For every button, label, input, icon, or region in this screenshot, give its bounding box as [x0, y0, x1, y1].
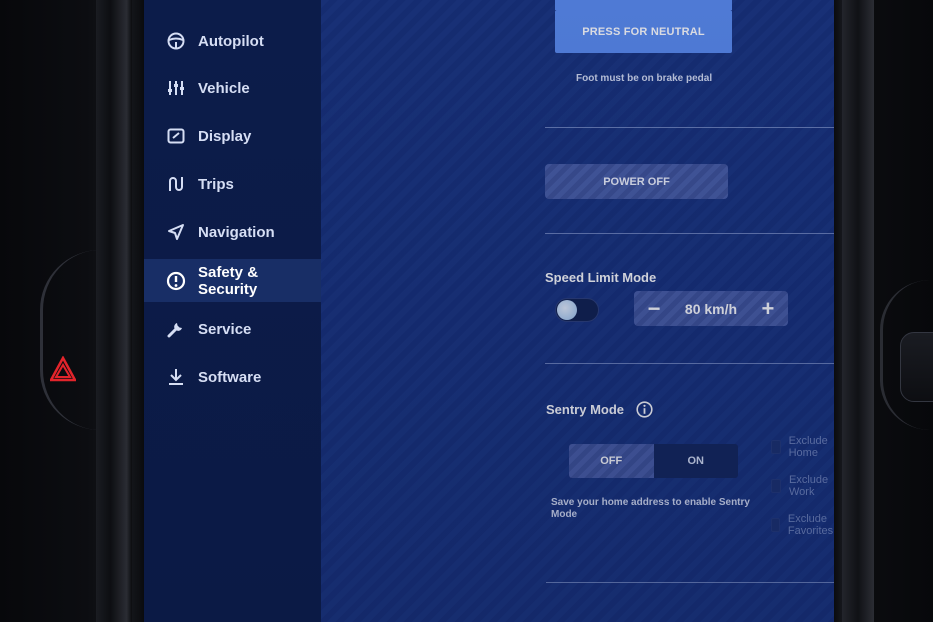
divider	[545, 363, 834, 364]
sidebar-item-service[interactable]: Service	[144, 314, 321, 344]
neutral-button-top	[555, 0, 732, 10]
speed-limit-toggle[interactable]	[555, 298, 599, 322]
speed-limit-title: Speed Limit Mode	[545, 270, 657, 285]
exclude-favorites-checkbox[interactable]	[771, 518, 780, 532]
press-for-neutral-button[interactable]: PRESS FOR NEUTRAL	[555, 10, 732, 53]
decrease-speed-button[interactable]: −	[644, 297, 664, 319]
exclude-home-option[interactable]: Exclude Home	[771, 435, 834, 459]
sidebar-item-label: Safety & Security	[198, 263, 259, 298]
navigation-arrow-icon	[166, 222, 186, 242]
neutral-note: Foot must be on brake pedal	[576, 73, 713, 84]
toggle-knob	[557, 300, 577, 320]
exclude-favorites-option[interactable]: Exclude Favorites	[771, 513, 834, 537]
info-icon[interactable]	[636, 401, 653, 418]
left-screen-frame	[96, 0, 132, 622]
sidebar-item-label: Software	[198, 368, 262, 386]
exclude-home-label: Exclude Home	[788, 435, 828, 459]
sentry-mode-title: Sentry Mode	[546, 402, 625, 417]
touchscreen: Autopilot Vehicle Display Trips Navigati	[144, 0, 834, 622]
divider	[546, 582, 834, 583]
sentry-mode-selector: OFF ON	[569, 444, 738, 478]
download-icon	[166, 367, 186, 387]
sentry-off-option[interactable]: OFF	[569, 444, 654, 478]
sliders-icon	[166, 78, 186, 98]
sidebar-item-label: Vehicle	[198, 79, 250, 97]
sentry-note: Save your home address to enable Sentry …	[551, 497, 750, 520]
divider	[545, 127, 834, 128]
power-off-button[interactable]: POWER OFF	[545, 164, 728, 199]
exclude-work-label: Exclude Work	[788, 474, 829, 498]
wrench-icon	[166, 319, 186, 339]
display-icon	[166, 126, 186, 146]
steering-wheel-icon	[166, 31, 186, 51]
sidebar-item-label: Service	[198, 320, 252, 338]
sidebar-item-safety-security[interactable]: Safety & Security	[144, 259, 321, 302]
sidebar-item-display[interactable]: Display	[144, 121, 321, 151]
sentry-on-option[interactable]: ON	[654, 444, 739, 478]
sidebar-item-label: Display	[198, 127, 252, 145]
exclude-favorites-label: Exclude Favorites	[787, 513, 834, 537]
settings-panel: PRESS FOR NEUTRAL Foot must be on brake …	[321, 0, 834, 622]
sidebar-item-label: Trips	[198, 175, 234, 193]
sidebar-item-trips[interactable]: Trips	[144, 169, 321, 199]
right-control-knob[interactable]	[900, 332, 933, 402]
sidebar-item-label: Autopilot	[198, 32, 264, 50]
sidebar-item-autopilot[interactable]: Autopilot	[144, 26, 321, 56]
sidebar: Autopilot Vehicle Display Trips Navigati	[144, 0, 321, 622]
trips-icon	[166, 174, 186, 194]
sidebar-item-label: Navigation	[198, 223, 275, 241]
right-screen-frame	[842, 0, 874, 622]
speed-limit-value: 80 km/h	[684, 300, 738, 317]
divider	[545, 233, 834, 234]
sidebar-item-software[interactable]: Software	[144, 362, 321, 392]
exclude-home-checkbox[interactable]	[771, 440, 781, 454]
increase-speed-button[interactable]: +	[758, 297, 778, 319]
sidebar-item-vehicle[interactable]: Vehicle	[144, 73, 321, 103]
sidebar-item-navigation[interactable]: Navigation	[144, 217, 321, 247]
speed-limit-stepper: − 80 km/h +	[634, 291, 788, 326]
alert-circle-icon	[166, 271, 186, 291]
exclude-work-checkbox[interactable]	[771, 479, 781, 493]
exclude-work-option[interactable]: Exclude Work	[771, 474, 834, 498]
hazard-icon[interactable]	[50, 356, 76, 382]
